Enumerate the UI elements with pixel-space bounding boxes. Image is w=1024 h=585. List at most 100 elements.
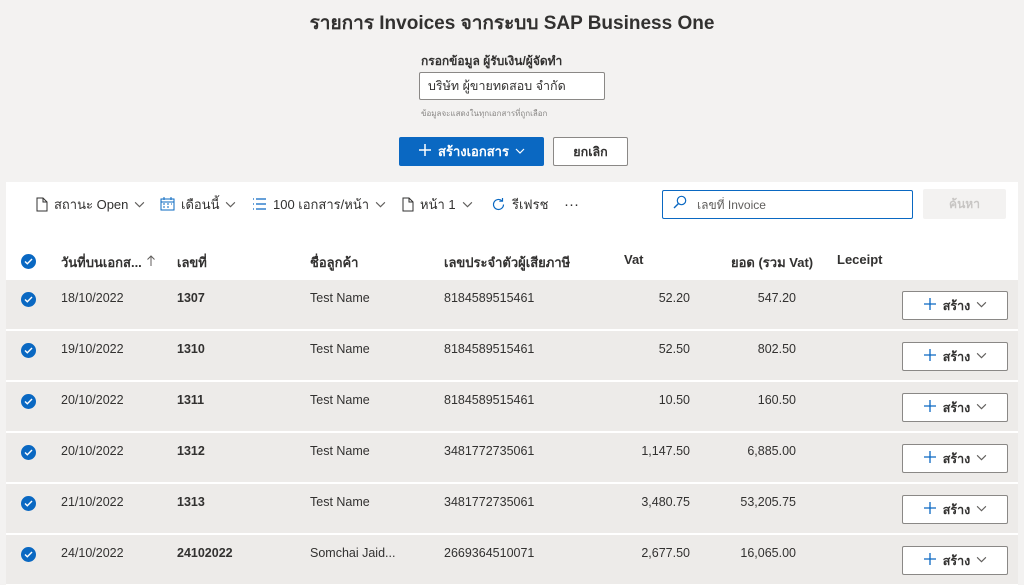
plus-icon xyxy=(923,348,937,365)
row-create-label: สร้าง xyxy=(942,298,971,313)
row-customer: Test Name xyxy=(310,291,370,305)
row-vat: 1,147.50 xyxy=(641,444,690,458)
chevron-down-icon xyxy=(462,199,473,210)
row-tax-id: 8184589515461 xyxy=(444,291,535,305)
document-icon xyxy=(36,197,48,212)
cancel-button[interactable]: ยกเลิก xyxy=(553,137,628,166)
page-select[interactable]: หน้า 1 xyxy=(402,194,473,214)
payer-field-hint: ข้อมูลจะแสดงในทุกเอกสารที่ถูกเลือก xyxy=(421,109,548,118)
list-icon xyxy=(252,198,267,210)
search-button[interactable]: ค้นหา xyxy=(923,189,1006,219)
row-create-label: สร้าง xyxy=(942,349,971,364)
row-tax-id: 2669364510071 xyxy=(444,546,535,560)
row-create-button[interactable]: สร้าง xyxy=(902,393,1008,422)
row-vat: 2,677.50 xyxy=(641,546,690,560)
row-checkbox[interactable] xyxy=(21,292,36,307)
doc-date-header-label: วันที่บนเอกส... xyxy=(61,255,142,270)
table-row[interactable]: 21/10/2022 1313 Test Name 3481772735061 3,48… xyxy=(6,484,1018,534)
row-tax-id: 8184589515461 xyxy=(444,393,535,407)
column-header-doc-date[interactable]: วันที่บนเอกส... xyxy=(61,252,156,273)
page-size-select[interactable]: 100 เอกสาร/หน้า xyxy=(252,194,386,214)
row-customer: Test Name xyxy=(310,342,370,356)
table-header: วันที่บนเอกส... เลขที่ ชื่อลูกค้า เลขประ… xyxy=(6,234,1018,280)
checkmark-icon xyxy=(24,495,33,513)
column-header-tax-id[interactable]: เลขประจำตัวผู้เสียภาษี xyxy=(444,252,570,273)
row-checkbox[interactable] xyxy=(21,394,36,409)
table-row[interactable]: 20/10/2022 1312 Test Name 3481772735061 1,14… xyxy=(6,433,1018,483)
invoice-panel: สถานะ Open เดือนนี้ 100 เอกสาร/หน้า หน้า… xyxy=(6,182,1018,585)
column-header-vat[interactable]: Vat xyxy=(624,252,644,267)
row-vat: 52.20 xyxy=(658,291,690,305)
plus-icon xyxy=(923,501,937,518)
create-document-button[interactable]: สร้างเอกสาร xyxy=(399,137,544,166)
plus-icon xyxy=(923,399,937,416)
column-header-customer[interactable]: ชื่อลูกค้า xyxy=(310,252,358,273)
row-checkbox[interactable] xyxy=(21,547,36,562)
chevron-down-icon xyxy=(976,503,987,517)
row-create-button[interactable]: สร้าง xyxy=(902,291,1008,320)
refresh-icon xyxy=(491,197,506,212)
row-create-button[interactable]: สร้าง xyxy=(902,342,1008,371)
row-checkbox[interactable] xyxy=(21,445,36,460)
select-all-checkbox[interactable] xyxy=(21,254,36,269)
checkmark-icon xyxy=(24,342,33,360)
column-header-total[interactable]: ยอด (รวม Vat) xyxy=(731,252,813,273)
row-doc-date: 21/10/2022 xyxy=(61,495,124,509)
row-customer: Test Name xyxy=(310,495,370,509)
chevron-down-icon xyxy=(375,199,386,210)
row-tax-id: 3481772735061 xyxy=(444,444,535,458)
chevron-down-icon xyxy=(976,350,987,364)
more-options-button[interactable]: ··· xyxy=(564,194,579,214)
page-title: รายการ Invoices จากระบบ SAP Business One xyxy=(309,13,715,34)
checkmark-icon xyxy=(24,444,33,462)
row-customer: Test Name xyxy=(310,393,370,407)
row-tax-id: 8184589515461 xyxy=(444,342,535,356)
status-filter[interactable]: สถานะ Open xyxy=(36,194,145,214)
column-header-receipt[interactable]: Leceipt xyxy=(837,252,883,267)
create-document-label: สร้างเอกสาร xyxy=(438,144,509,159)
refresh-label: รีเฟรช xyxy=(512,196,549,212)
calendar-icon xyxy=(160,197,175,211)
table-row[interactable]: 20/10/2022 1311 Test Name 8184589515461 10.5… xyxy=(6,382,1018,432)
row-vat: 10.50 xyxy=(658,393,690,407)
row-create-label: สร้าง xyxy=(942,502,971,517)
row-checkbox[interactable] xyxy=(21,343,36,358)
table-row[interactable]: 18/10/2022 1307 Test Name 8184589515461 52.2… xyxy=(6,280,1018,330)
plus-icon xyxy=(923,297,937,314)
row-total: 6,885.00 xyxy=(747,444,796,458)
row-doc-date: 20/10/2022 xyxy=(61,444,124,458)
row-doc-date: 20/10/2022 xyxy=(61,393,124,407)
row-doc-no: 1313 xyxy=(177,495,205,509)
row-doc-date: 24/10/2022 xyxy=(61,546,124,560)
refresh-button[interactable]: รีเฟรช xyxy=(491,194,548,214)
row-create-button[interactable]: สร้าง xyxy=(902,546,1008,575)
row-doc-no: 1307 xyxy=(177,291,205,305)
period-filter[interactable]: เดือนนี้ xyxy=(160,194,236,214)
page-select-label: หน้า 1 xyxy=(420,196,456,212)
row-customer: Test Name xyxy=(310,444,370,458)
chevron-down-icon xyxy=(515,144,525,159)
table-row[interactable]: 24/10/2022 24102022 Somchai Jaid... 2669364… xyxy=(6,535,1018,585)
invoice-search-box[interactable] xyxy=(662,190,913,219)
row-tax-id: 3481772735061 xyxy=(444,495,535,509)
payer-name-input[interactable] xyxy=(419,72,605,100)
chevron-down-icon xyxy=(225,199,236,210)
checkmark-icon xyxy=(24,393,33,411)
row-total: 160.50 xyxy=(757,393,796,407)
chevron-down-icon xyxy=(976,452,987,466)
row-doc-no: 1310 xyxy=(177,342,205,356)
status-filter-label: สถานะ Open xyxy=(54,196,129,212)
invoice-search-input[interactable] xyxy=(695,196,899,213)
table-row[interactable]: 19/10/2022 1310 Test Name 8184589515461 52.5… xyxy=(6,331,1018,381)
plus-icon xyxy=(923,552,937,569)
page-size-label: 100 เอกสาร/หน้า xyxy=(273,196,370,212)
column-header-doc-no[interactable]: เลขที่ xyxy=(177,252,207,273)
row-create-label: สร้าง xyxy=(942,451,971,466)
row-create-button[interactable]: สร้าง xyxy=(902,495,1008,524)
checkmark-icon xyxy=(24,291,33,309)
row-checkbox[interactable] xyxy=(21,496,36,511)
row-total: 802.50 xyxy=(757,342,796,356)
row-create-button[interactable]: สร้าง xyxy=(902,444,1008,473)
sort-ascending-icon xyxy=(146,255,156,270)
row-customer: Somchai Jaid... xyxy=(310,546,396,560)
